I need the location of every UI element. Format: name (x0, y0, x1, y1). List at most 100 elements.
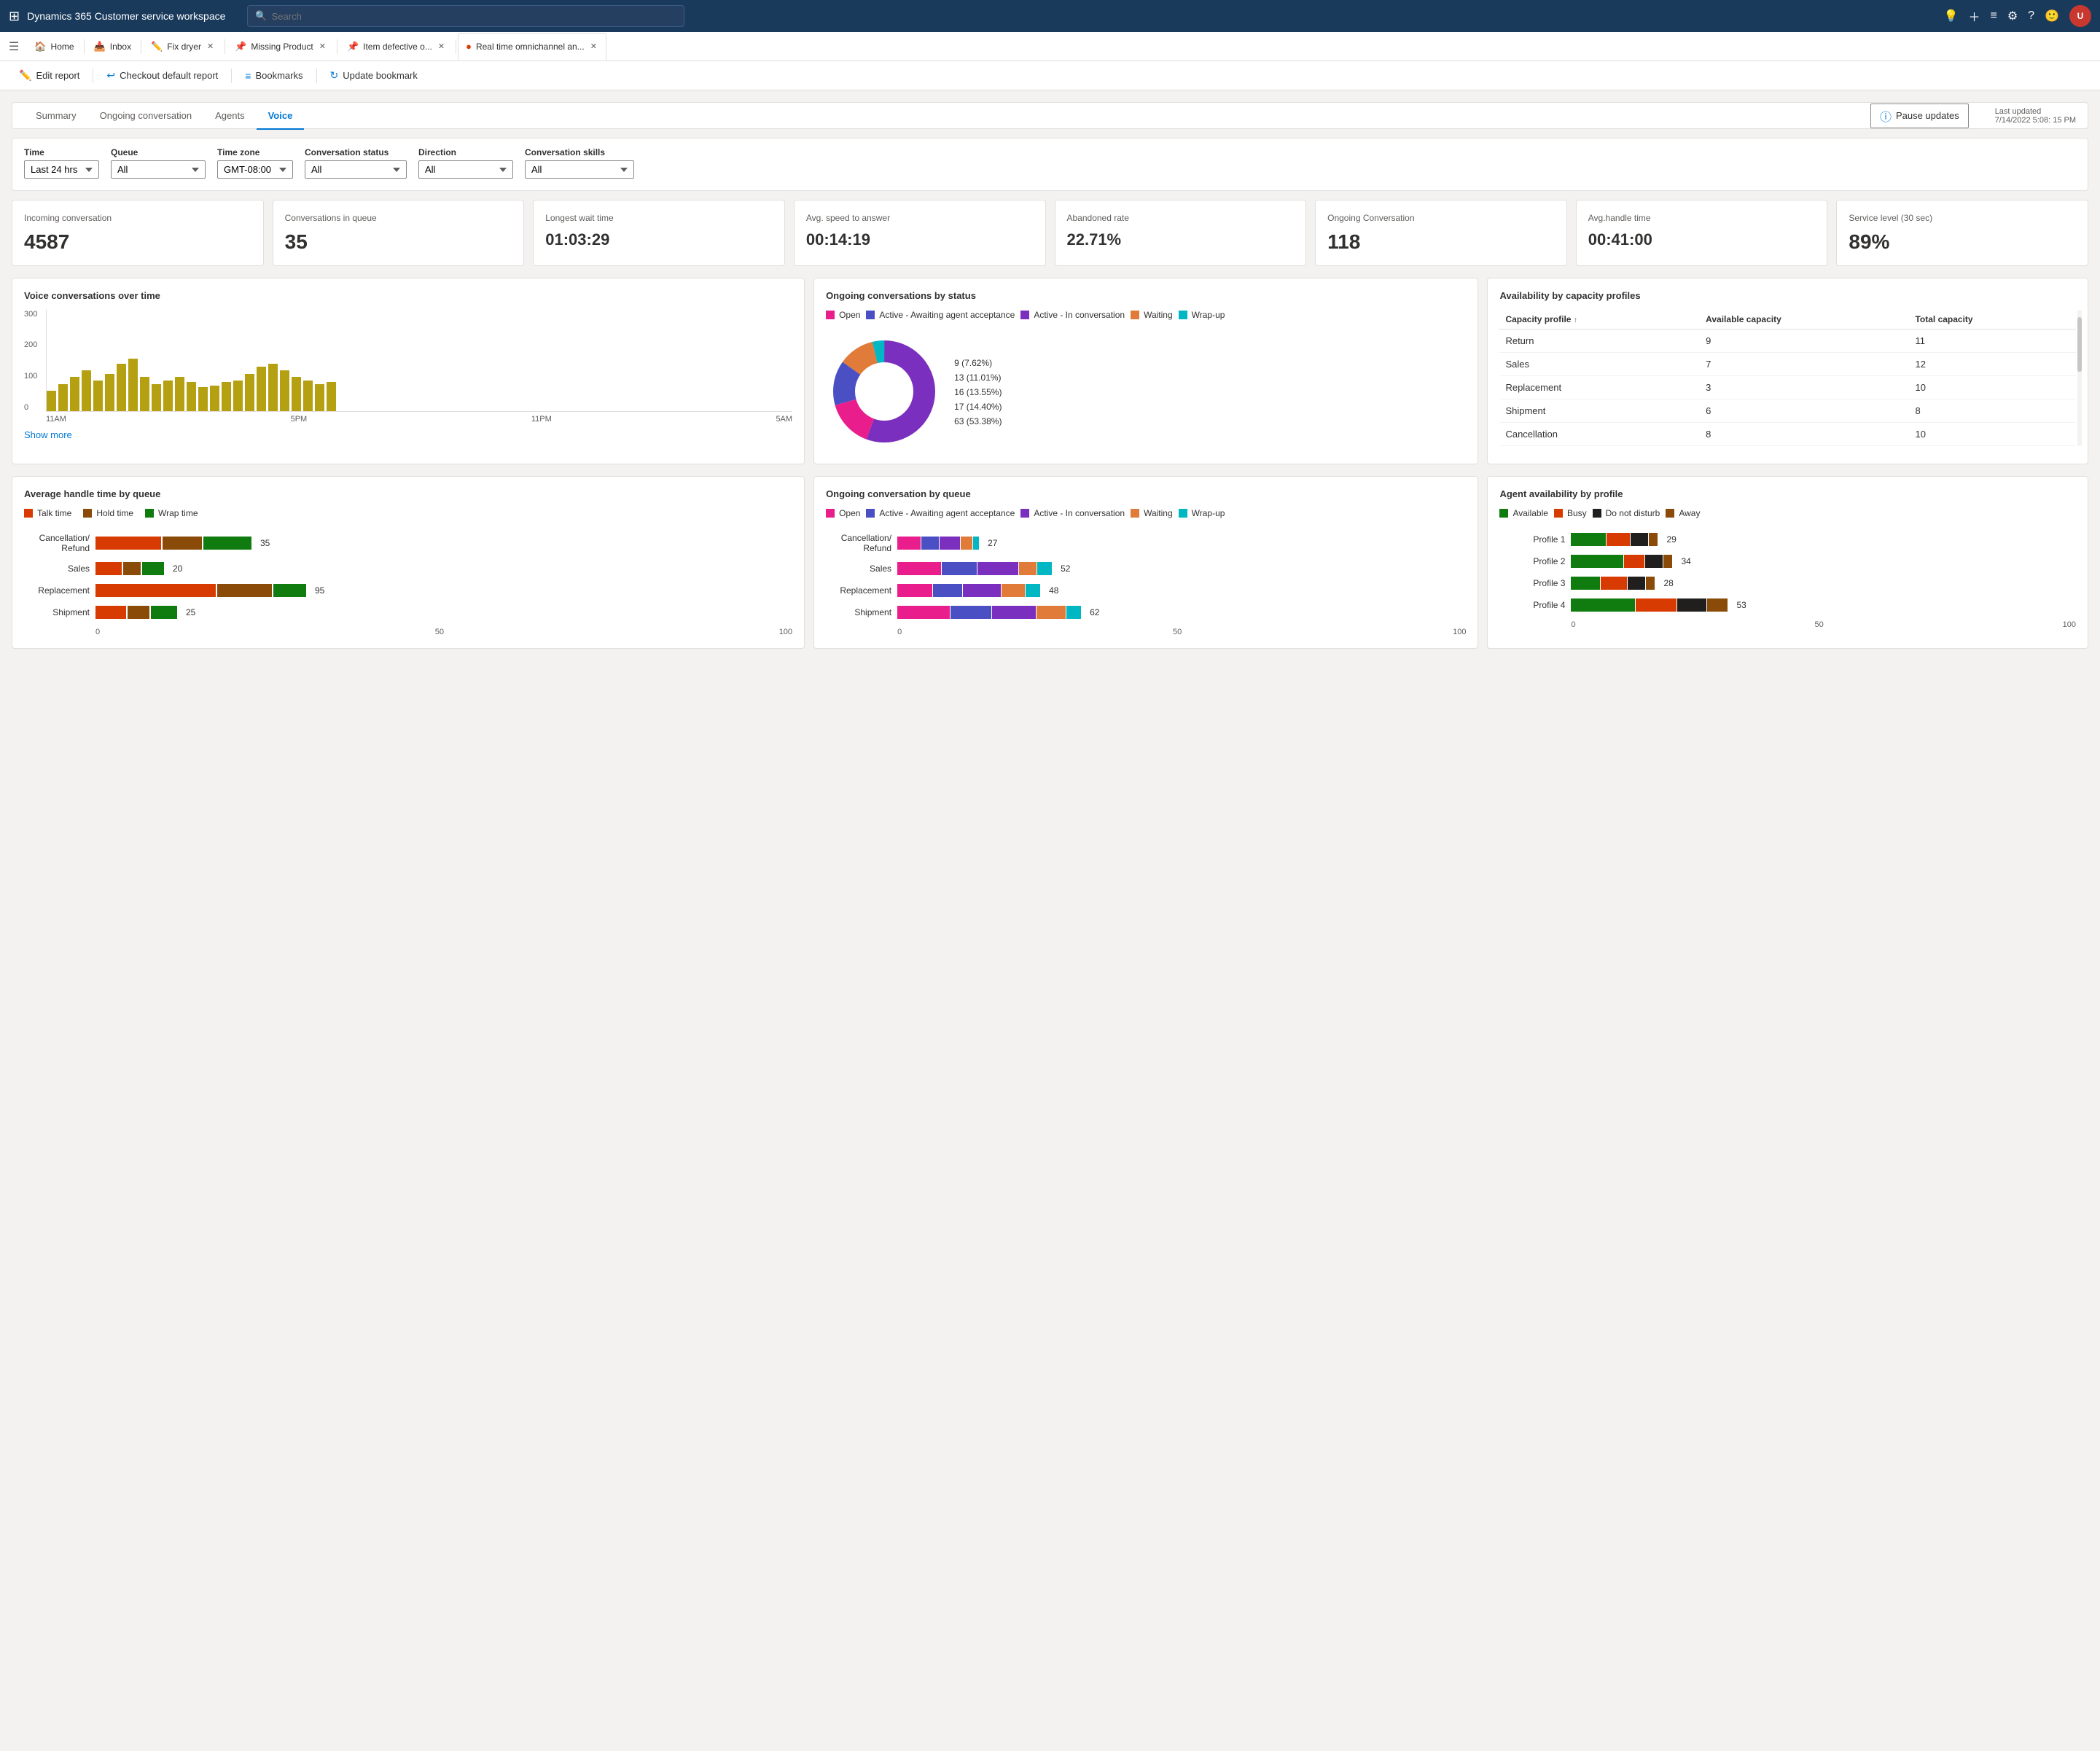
availability-title: Availability by capacity profiles (1499, 290, 2076, 301)
close-icon[interactable]: ✕ (206, 40, 215, 52)
agent-bars-p4 (1571, 598, 1728, 612)
inbox-icon: 📥 (94, 41, 106, 52)
last-updated: Last updated 7/14/2022 5:08: 15 PM (1995, 107, 2076, 125)
in-conv-q-label: Active - In conversation (1034, 508, 1125, 518)
dnd-p3 (1628, 577, 1645, 590)
bar-segment (93, 381, 103, 411)
search-bar[interactable]: 🔍 (247, 5, 684, 27)
tab-divider (84, 39, 85, 54)
kpi-abandoned-label: Abandoned rate (1067, 212, 1295, 225)
agent-x-50: 50 (1814, 620, 1823, 629)
time-filter-select[interactable]: Last 24 hrs (24, 160, 99, 179)
direction-select[interactable]: All (418, 160, 513, 179)
timezone-filter-select[interactable]: GMT-08:00 (217, 160, 293, 179)
handle-bars-cancellation (95, 537, 251, 550)
handle-label-cancellation: Cancellation/Refund (24, 533, 90, 553)
total-sales: 12 (1909, 352, 2076, 375)
edit-report-button[interactable]: ✏️ Edit report (12, 64, 87, 87)
tab-realtime-omnichannel[interactable]: ● Real time omnichannel an... ✕ (458, 33, 606, 61)
agent-row-p2: Profile 2 34 (1499, 555, 2076, 568)
donut-label-awaiting: 16 (13.55%) (954, 387, 1002, 397)
tab-agents[interactable]: Agents (203, 103, 256, 130)
sort-icon[interactable]: ↑ (1574, 316, 1577, 324)
kpi-abandoned-rate: Abandoned rate 22.71% (1055, 200, 1307, 266)
waiting-q-color (1131, 509, 1139, 518)
queue-val-shipment: 62 (1090, 607, 1099, 617)
queue-val-sales: 52 (1061, 563, 1070, 574)
queue-filter-label: Queue (111, 147, 206, 157)
waffle-menu-icon[interactable]: ⊞ (9, 9, 20, 24)
away-label: Away (1679, 508, 1700, 518)
ongoing-queue-title: Ongoing conversation by queue (826, 488, 1466, 499)
queue-filter-select[interactable]: All (111, 160, 206, 179)
open-q-label: Open (839, 508, 860, 518)
close-icon-3[interactable]: ✕ (437, 40, 446, 52)
kpi-wait-label: Longest wait time (545, 212, 773, 225)
tab-fix-dryer[interactable]: ✏️ Fix dryer ✕ (143, 33, 223, 61)
tab-inbox[interactable]: 📥 Inbox (86, 33, 140, 61)
tab-item-defective[interactable]: 📌 Item defective o... ✕ (339, 33, 454, 61)
handle-value-cancellation: 35 (260, 538, 270, 548)
open-color (826, 311, 835, 319)
tab-item-defective-label: Item defective o... (363, 42, 432, 52)
checkout-report-button[interactable]: ↩ Checkout default report (99, 64, 225, 87)
close-icon-4[interactable]: ✕ (589, 40, 598, 52)
bookmarks-icon: ≡ (245, 70, 251, 82)
wrap-bar-shipment (151, 606, 177, 619)
update-bookmark-button[interactable]: ↻ Update bookmark (323, 64, 425, 87)
hold-bar-shipment (128, 606, 149, 619)
user-avatar[interactable]: U (2069, 5, 2091, 27)
tab-home[interactable]: 🏠 Home (26, 33, 82, 61)
update-bookmark-label: Update bookmark (343, 70, 418, 81)
agent-val-p4: 53 (1736, 600, 1746, 610)
handle-x-50: 50 (435, 628, 444, 636)
hamburger-icon[interactable]: ☰ (3, 34, 25, 60)
bar-segment (280, 370, 289, 411)
queue-x-axis: 0 50 100 (826, 628, 1466, 636)
help-icon[interactable]: ? (2028, 9, 2034, 23)
donut-chart (826, 333, 942, 452)
handle-row-replacement: Replacement 95 (24, 584, 792, 597)
filter-icon[interactable]: ≡ (1990, 9, 1996, 23)
search-input[interactable] (272, 11, 677, 22)
filters-panel: Time Last 24 hrs Queue All Time zone GMT… (12, 138, 2088, 191)
profile-sales: Sales (1499, 352, 1700, 375)
tab-ongoing-conversation[interactable]: Ongoing conversation (88, 103, 203, 130)
scrollbar-thumb[interactable] (2077, 317, 2082, 372)
conv-skills-filter: Conversation skills All (525, 147, 634, 179)
busy-p3 (1601, 577, 1627, 590)
agent-label-p3: Profile 3 (1499, 578, 1565, 588)
agent-bars: Profile 1 29 Profile 2 (1499, 533, 2076, 612)
conv-status-select[interactable]: All (305, 160, 407, 179)
show-more-link[interactable]: Show more (24, 429, 72, 440)
legend-hold: Hold time (83, 508, 133, 518)
tab-missing-product[interactable]: 📌 Missing Product ✕ (227, 33, 335, 61)
handle-label-sales: Sales (24, 563, 90, 574)
tab-voice[interactable]: Voice (257, 103, 305, 130)
waiting-bar-r (1002, 584, 1025, 597)
conv-skills-select[interactable]: All (525, 160, 634, 179)
total-replacement: 10 (1909, 375, 2076, 399)
queue-bars-replacement (897, 584, 1040, 597)
pause-updates-button[interactable]: ⓘ Pause updates (1870, 104, 1969, 128)
charts-row-2: Average handle time by queue Talk time H… (12, 476, 2088, 649)
add-icon[interactable]: ＋ (1968, 7, 1980, 25)
wrapup-q-color (1179, 509, 1187, 518)
settings-icon[interactable]: ⚙ (2007, 9, 2018, 23)
kpi-speed-label: Avg. speed to answer (806, 212, 1034, 225)
close-icon-2[interactable]: ✕ (318, 40, 327, 52)
awaiting-q-color (866, 509, 875, 518)
tab-summary[interactable]: Summary (24, 103, 88, 130)
col-capacity-profile: Capacity profile ↑ (1499, 310, 1700, 329)
inconv-bar-sh (992, 606, 1036, 619)
smiley-icon[interactable]: 🙂 (2045, 9, 2059, 23)
lightbulb-icon[interactable]: 💡 (1944, 9, 1959, 23)
bookmarks-button[interactable]: ≡ Bookmarks (238, 64, 310, 87)
donut-labels: 9 (7.62%) 13 (11.01%) 16 (13.55%) 17 (14… (954, 358, 1002, 426)
pin-icon-2: 📌 (347, 41, 359, 52)
open-bar-sh (897, 606, 950, 619)
x-11am: 11AM (46, 415, 66, 424)
in-conv-q-color (1020, 509, 1029, 518)
x-5am: 5AM (776, 415, 792, 424)
charts-row-1: Voice conversations over time 300 200 10… (12, 278, 2088, 464)
